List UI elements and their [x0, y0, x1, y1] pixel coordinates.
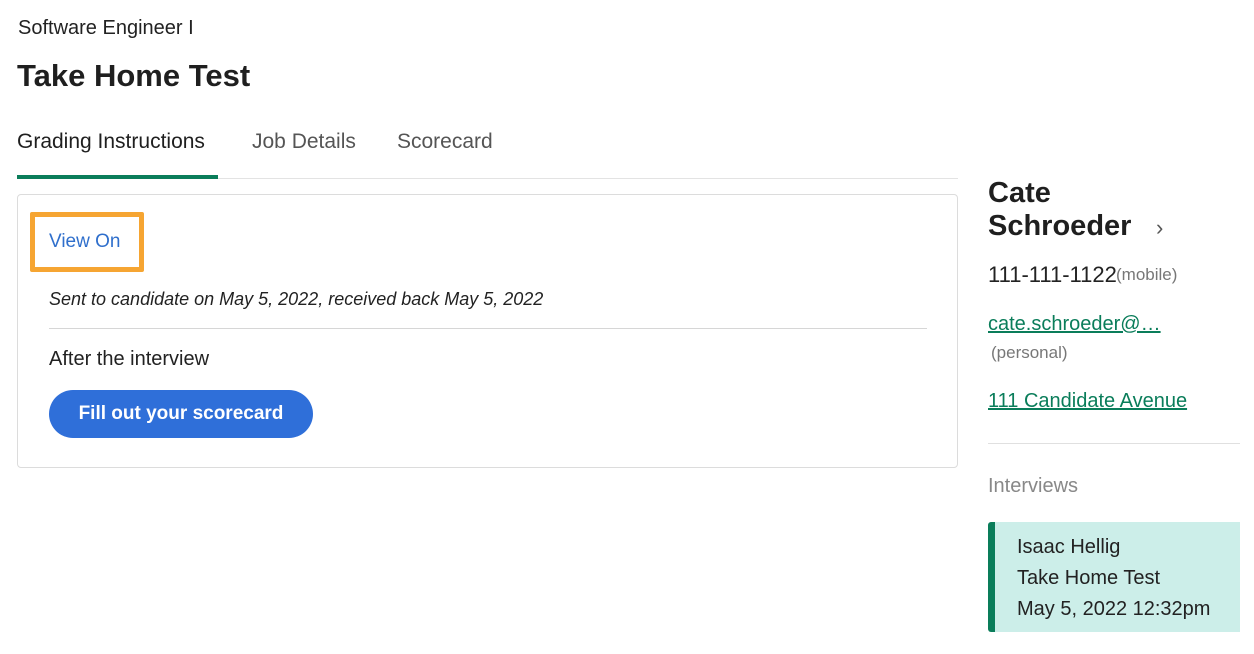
candidate-sidebar: Cate Schroeder › 111-111-1122 (mobile) c… — [988, 0, 1254, 654]
tab-grading-instructions[interactable]: Grading Instructions — [17, 128, 218, 179]
view-on-link[interactable]: View On — [49, 231, 120, 253]
chevron-right-icon[interactable]: › — [1156, 215, 1163, 241]
sidebar-divider — [988, 443, 1240, 444]
candidate-first-name: Cate — [988, 177, 1051, 209]
interview-card[interactable]: Isaac Hellig Take Home Test May 5, 2022 … — [988, 522, 1240, 632]
page-title: Take Home Test — [17, 58, 251, 93]
tab-bar: Grading Instructions Job Details Scoreca… — [17, 128, 958, 179]
interview-datetime: May 5, 2022 12:32pm — [1017, 598, 1211, 620]
candidate-address-link[interactable]: 111 Candidate Avenue — [988, 390, 1187, 413]
candidate-phone: 111-111-1122 — [988, 262, 1117, 287]
job-title: Software Engineer I — [18, 17, 194, 39]
interviewer-name: Isaac Hellig — [1017, 536, 1121, 558]
tab-scorecard[interactable]: Scorecard — [397, 128, 493, 179]
tab-job-details[interactable]: Job Details — [252, 128, 356, 179]
card-divider — [49, 328, 927, 329]
sent-status-text: Sent to candidate on May 5, 2022, receiv… — [49, 289, 544, 309]
grading-instructions-card: View On Sent to candidate on May 5, 2022… — [17, 194, 958, 468]
candidate-email-link[interactable]: cate.schroeder@… — [988, 313, 1161, 336]
interviews-heading: Interviews — [988, 475, 1079, 497]
interview-name: Take Home Test — [1017, 567, 1161, 589]
email-type-label: (personal) — [991, 343, 1068, 362]
after-interview-heading: After the interview — [49, 348, 210, 370]
fill-scorecard-button[interactable]: Fill out your scorecard — [49, 390, 313, 438]
phone-type-label: (mobile) — [1116, 265, 1178, 284]
